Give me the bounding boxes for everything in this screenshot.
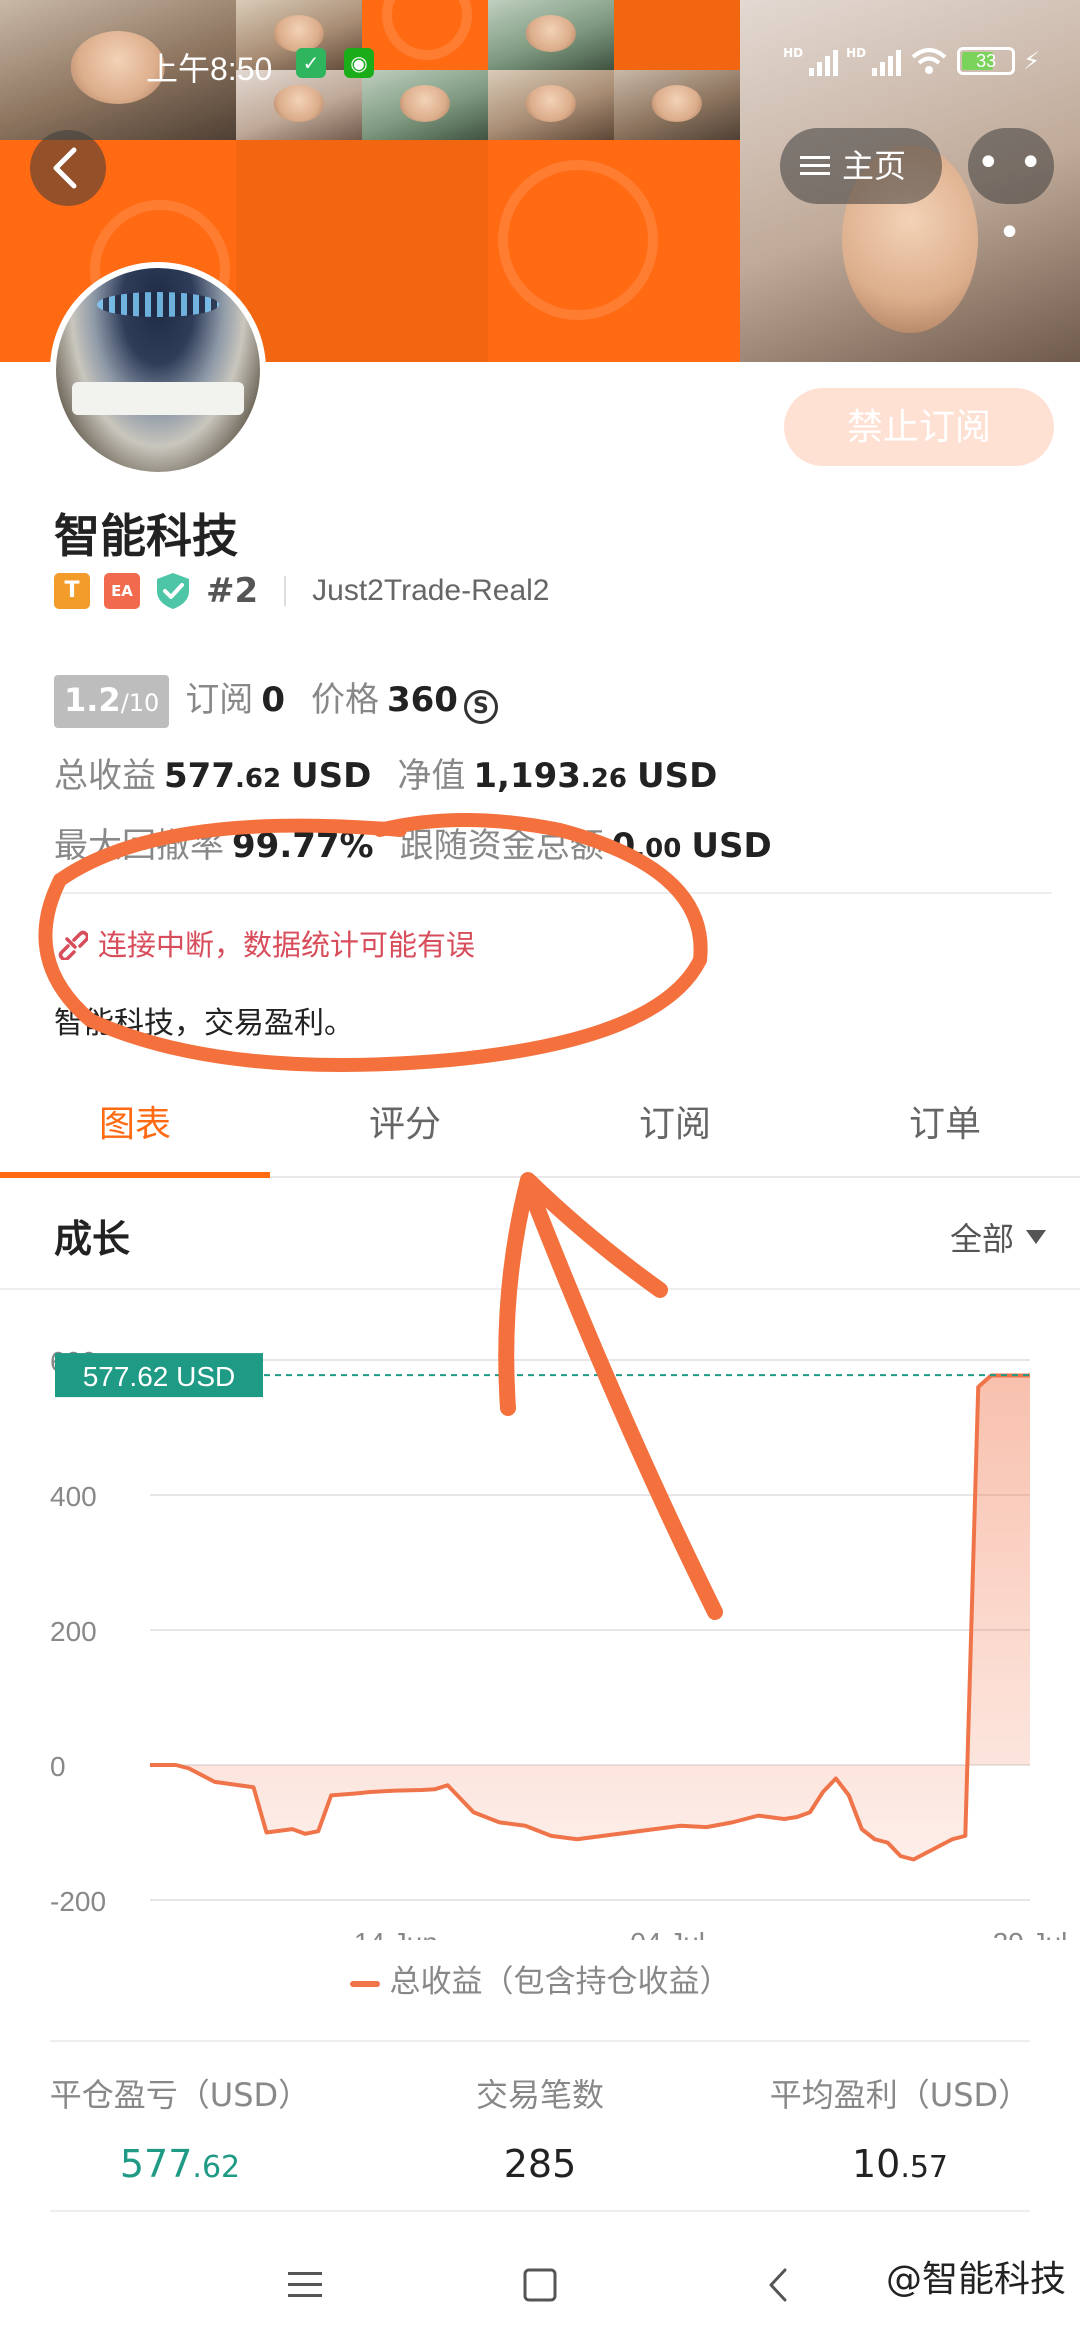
home-label: 主页 bbox=[842, 147, 907, 185]
status-icons: HD HD 33 ⚡ bbox=[783, 46, 1040, 76]
growth-chart[interactable]: -200020040060014 Jun04 Jul29 Jul577.62 U… bbox=[0, 1320, 1080, 1940]
profile-badges: T EA #2 Just2Trade-Real2 bbox=[54, 568, 550, 614]
x-tick-label: 04 Jul bbox=[630, 1927, 705, 1940]
range-value: 全部 bbox=[949, 1220, 1014, 1258]
growth-title: 成长 bbox=[54, 1217, 131, 1261]
x-tick-label: 14 Jun bbox=[354, 1927, 438, 1940]
follow-total-dec: .00 bbox=[635, 834, 682, 864]
recent-apps-icon[interactable] bbox=[280, 2260, 330, 2310]
trade-count-value: 285 bbox=[503, 2142, 577, 2186]
more-button[interactable]: • • • bbox=[968, 128, 1054, 256]
divider bbox=[284, 576, 287, 606]
tab-orders[interactable]: 订单 bbox=[810, 1082, 1080, 1176]
profile-name: 智能科技 bbox=[54, 509, 238, 563]
tab-chart[interactable]: 图表 bbox=[0, 1082, 270, 1178]
total-profit-dec: .62 bbox=[234, 764, 282, 794]
equity-unit: USD bbox=[636, 756, 718, 796]
connection-warning: 连接中断，数据统计可能有误 bbox=[54, 922, 475, 964]
menu-icon bbox=[800, 156, 830, 175]
status-time: 上午8:50 bbox=[146, 51, 273, 87]
hd-icon: HD bbox=[846, 46, 867, 60]
range-dropdown[interactable]: 全部 bbox=[950, 1214, 1046, 1260]
total-profit-label: 总收益 bbox=[54, 756, 156, 796]
equity-label: 净值 bbox=[397, 756, 466, 796]
block-subscribe-button[interactable]: 禁止订阅 bbox=[784, 388, 1054, 466]
profile-description: 智能科技，交易盈利。 bbox=[54, 1006, 354, 1041]
y-tick-label: 400 bbox=[50, 1481, 97, 1512]
tab-rating[interactable]: 评分 bbox=[270, 1082, 540, 1176]
t-badge-icon: T bbox=[54, 573, 90, 609]
back-button[interactable] bbox=[30, 130, 106, 206]
equity-int: 1,193 bbox=[473, 756, 581, 796]
subscribe-value: 0 bbox=[261, 680, 285, 720]
home-nav-icon[interactable] bbox=[515, 2260, 565, 2310]
current-value-label: 577.62 USD bbox=[83, 1361, 236, 1392]
avg-profit-value: 10.57 bbox=[851, 2142, 949, 2186]
watermark: @智能科技 bbox=[885, 2259, 1066, 2300]
shield-app-icon: ✓ bbox=[296, 48, 326, 78]
broker-label[interactable]: Just2Trade-Real2 bbox=[312, 574, 549, 608]
price-value: 360 bbox=[386, 680, 458, 720]
total-profit-int: 577 bbox=[164, 756, 235, 796]
coin-icon: S bbox=[463, 690, 498, 724]
series-area bbox=[150, 1375, 1030, 1860]
signal-icon bbox=[809, 46, 839, 76]
wifi-icon bbox=[911, 48, 947, 74]
subscribe-label: 订阅 bbox=[185, 680, 254, 720]
tab-bar: 图表 评分 订阅 订单 bbox=[0, 1082, 1080, 1178]
avg-profit-label: 平均盈利（USD） bbox=[769, 2076, 1031, 2114]
status-bar: 上午8:50 ✓ ◉ HD HD 33 ⚡ bbox=[0, 40, 1080, 90]
drawdown-row: 最大回撤率 99.77% 跟随资金总额 0.00 USD bbox=[54, 818, 772, 867]
tab-subscribe[interactable]: 订阅 bbox=[540, 1082, 810, 1176]
banner-tile bbox=[488, 140, 740, 362]
wechat-icon: ◉ bbox=[344, 48, 374, 78]
y-tick-label: 0 bbox=[50, 1751, 66, 1782]
connection-warning-text: 连接中断，数据统计可能有误 bbox=[98, 928, 476, 962]
signal-icon bbox=[872, 46, 902, 76]
closed-pnl-label: 平仓盈亏（USD） bbox=[49, 2076, 311, 2114]
divider bbox=[0, 1288, 1080, 1290]
x-tick-label: 29 Jul bbox=[993, 1927, 1068, 1940]
home-button[interactable]: 主页 bbox=[780, 128, 942, 204]
verified-shield-icon bbox=[157, 573, 189, 609]
banner-tile bbox=[236, 140, 488, 362]
avatar[interactable] bbox=[50, 262, 266, 478]
ea-badge-icon: EA bbox=[104, 573, 140, 609]
trade-count-label: 交易笔数 bbox=[475, 2076, 604, 2114]
y-tick-label: 200 bbox=[50, 1616, 97, 1647]
chevron-left-icon bbox=[53, 147, 77, 189]
hd-icon: HD bbox=[783, 46, 804, 60]
charging-icon: ⚡ bbox=[1023, 47, 1040, 75]
closed-pnl-stat: 平仓盈亏（USD） 577.62 bbox=[0, 2070, 360, 2186]
broken-link-icon bbox=[58, 930, 88, 960]
max-drawdown-label: 最大回撤率 bbox=[54, 826, 224, 866]
follow-total-unit: USD bbox=[691, 826, 772, 866]
battery-icon: 33 bbox=[957, 47, 1016, 75]
divider bbox=[50, 2040, 1030, 2042]
caret-down-icon bbox=[1026, 1230, 1046, 1244]
avg-profit-stat: 平均盈利（USD） 10.57 bbox=[720, 2070, 1080, 2186]
max-drawdown-value: 99.77% bbox=[232, 826, 374, 866]
chart-legend[interactable]: 总收益（包含持仓收益） bbox=[0, 1956, 1080, 2001]
y-tick-label: -200 bbox=[50, 1886, 106, 1917]
rank-label: #2 bbox=[206, 571, 259, 611]
closed-pnl-value: 577.62 bbox=[119, 2142, 241, 2186]
legend-label: 总收益（包含持仓收益） bbox=[389, 1964, 731, 2000]
legend-swatch bbox=[349, 1980, 380, 1987]
divider bbox=[50, 2210, 1030, 2212]
score-row: 1.2/10 订阅 0 价格 360 S bbox=[54, 672, 498, 728]
profit-row: 总收益 577.62 USD 净值 1,193.26 USD bbox=[54, 748, 717, 797]
total-profit-unit: USD bbox=[291, 756, 372, 796]
follow-total-int: 0 bbox=[611, 826, 636, 866]
trade-count-stat: 交易笔数 285 bbox=[360, 2070, 720, 2186]
back-nav-icon[interactable] bbox=[755, 2260, 805, 2310]
equity-dec: .26 bbox=[580, 764, 627, 794]
divider bbox=[54, 892, 1052, 894]
price-label: 价格 bbox=[310, 680, 379, 720]
score-badge: 1.2/10 bbox=[54, 675, 170, 728]
follow-total-label: 跟随资金总额 bbox=[399, 826, 604, 866]
summary-stats: 平仓盈亏（USD） 577.62 交易笔数 285 平均盈利（USD） 10.5… bbox=[0, 2070, 1080, 2186]
